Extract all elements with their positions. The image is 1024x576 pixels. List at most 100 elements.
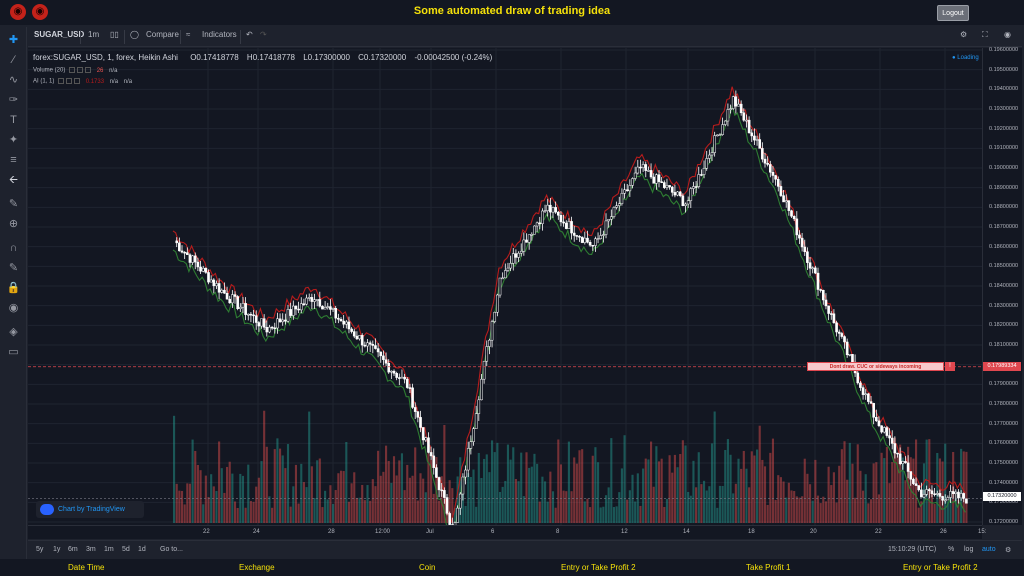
legend-title[interactable]: forex:SUGAR_USD, 1, forex, Heikin Ashi [33, 53, 178, 62]
candle-body [199, 266, 202, 272]
close-icon[interactable] [85, 67, 92, 73]
volume-label[interactable]: Volume (20) [33, 68, 65, 74]
alert-label[interactable]: Dont draw. CUC or sideways incoming [807, 362, 944, 371]
undo-icon[interactable]: ↶ [246, 30, 253, 39]
volume-bar [313, 497, 316, 523]
range-6m[interactable]: 6m [68, 546, 78, 553]
auto-toggle[interactable]: auto [982, 546, 996, 553]
candle-body [437, 477, 441, 491]
chart-style-icon[interactable]: ▯▯ [110, 30, 119, 39]
candle-body [570, 221, 573, 234]
candle-body [257, 322, 261, 327]
candle-body [374, 345, 377, 349]
candle-body [390, 370, 393, 373]
volume-bar [763, 466, 767, 523]
volume-bar [549, 471, 552, 523]
compare-icon[interactable]: ◯ [130, 30, 139, 39]
time-tick: 8 [556, 529, 560, 535]
brush-icon[interactable]: ✑ [6, 93, 21, 108]
eye-icon[interactable] [58, 78, 65, 84]
price-chart[interactable] [28, 48, 982, 543]
candle-body [416, 411, 420, 418]
volume-bar [872, 463, 875, 523]
volume-value: 26 [96, 67, 104, 74]
compare-button[interactable]: Compare [146, 30, 179, 39]
candle-body [959, 493, 963, 499]
alert-icon[interactable]: ! [945, 362, 955, 371]
volume-bar [589, 507, 592, 523]
candle-body [914, 483, 918, 486]
ruler-icon[interactable]: ✎ [6, 197, 21, 212]
eye-icon[interactable]: ◉ [6, 301, 21, 316]
measure-icon[interactable]: ≡ [6, 153, 21, 168]
range-3m[interactable]: 3m [86, 546, 96, 553]
logout-button[interactable]: Logout [937, 5, 969, 21]
eye-icon[interactable] [69, 67, 76, 73]
volume-bar [175, 483, 178, 523]
legend-low: L0.17300000 [303, 53, 350, 62]
candle-body [302, 303, 306, 305]
volume-bar [695, 487, 698, 523]
range-1y[interactable]: 1y [53, 546, 60, 553]
redo-icon[interactable]: ↷ [260, 30, 267, 39]
volume-bar [838, 465, 841, 523]
settings-icon[interactable]: ⚙ [1005, 546, 1011, 554]
volume-bar [835, 502, 838, 523]
fib-icon[interactable]: ∿ [6, 73, 21, 88]
interval-button[interactable]: 1m [88, 30, 99, 39]
trend-line-icon[interactable]: ∕ [6, 53, 21, 68]
ai-label[interactable]: AI (1, 1) [33, 79, 54, 85]
time-tick: 22 [875, 529, 882, 535]
arrow-left-icon[interactable]: 🡨 [6, 173, 21, 188]
volume-bar [642, 468, 645, 523]
candle-body [689, 188, 693, 201]
symbol-search[interactable]: SUGAR_USD [34, 30, 84, 39]
price-scale[interactable]: 0.19600000 0.19500000 0.19400000 0.19300000… [982, 47, 1022, 525]
volume-bar [904, 480, 907, 523]
text-icon[interactable]: T [6, 113, 21, 128]
time-axis[interactable]: 22 24 28 12:00 Jul 6 8 12 14 18 20 22 26 15: [28, 525, 986, 539]
divider [240, 30, 241, 44]
range-5d[interactable]: 5d [122, 546, 130, 553]
clock[interactable]: 15:10:29 (UTC) [888, 546, 936, 553]
volume-bar [827, 466, 830, 523]
candle-body [771, 172, 775, 176]
magnet-icon[interactable]: ∩ [6, 241, 21, 256]
range-5y[interactable]: 5y [36, 546, 43, 553]
trash-icon[interactable]: ▭ [6, 345, 21, 360]
range-1m[interactable]: 1m [104, 546, 114, 553]
candle-body [236, 296, 239, 309]
chart-pane[interactable] [28, 48, 982, 543]
volume-bar [562, 490, 565, 523]
candle-body [472, 428, 475, 442]
indicators-icon[interactable]: ≈ [186, 30, 190, 39]
candle-body [196, 261, 200, 268]
candle-body [191, 255, 194, 263]
percent-toggle[interactable]: % [948, 546, 954, 553]
close-icon[interactable] [74, 78, 81, 84]
log-toggle[interactable]: log [964, 546, 973, 553]
layers-icon[interactable]: ◈ [6, 325, 21, 340]
pattern-icon[interactable]: ✦ [6, 133, 21, 148]
goto-button[interactable]: Go to... [160, 546, 183, 553]
volume-bar [665, 498, 669, 523]
zoom-in-icon[interactable]: ⊕ [6, 217, 21, 232]
volume-bar [509, 459, 512, 523]
settings-icon[interactable] [77, 67, 84, 73]
tradingview-badge[interactable]: Chart by TradingView [36, 501, 144, 518]
volume-bar [286, 444, 290, 523]
settings-icon[interactable]: ⚙ [960, 30, 967, 39]
stay-in-drawing-icon[interactable]: ✎ [6, 261, 21, 276]
crosshair-icon[interactable]: ✚ [6, 33, 21, 48]
volume-bar [533, 453, 536, 523]
volume-bar [255, 486, 258, 523]
candle-body [681, 195, 685, 206]
camera-icon[interactable]: ◉ [1004, 30, 1011, 39]
volume-bar [883, 458, 886, 523]
candle-body [358, 335, 361, 340]
fullscreen-icon[interactable]: ⛶ [982, 30, 988, 40]
indicators-button[interactable]: Indicators [202, 30, 237, 39]
range-1d[interactable]: 1d [138, 546, 146, 553]
lock-icon[interactable]: 🔒 [6, 281, 21, 296]
settings-icon[interactable] [66, 78, 73, 84]
